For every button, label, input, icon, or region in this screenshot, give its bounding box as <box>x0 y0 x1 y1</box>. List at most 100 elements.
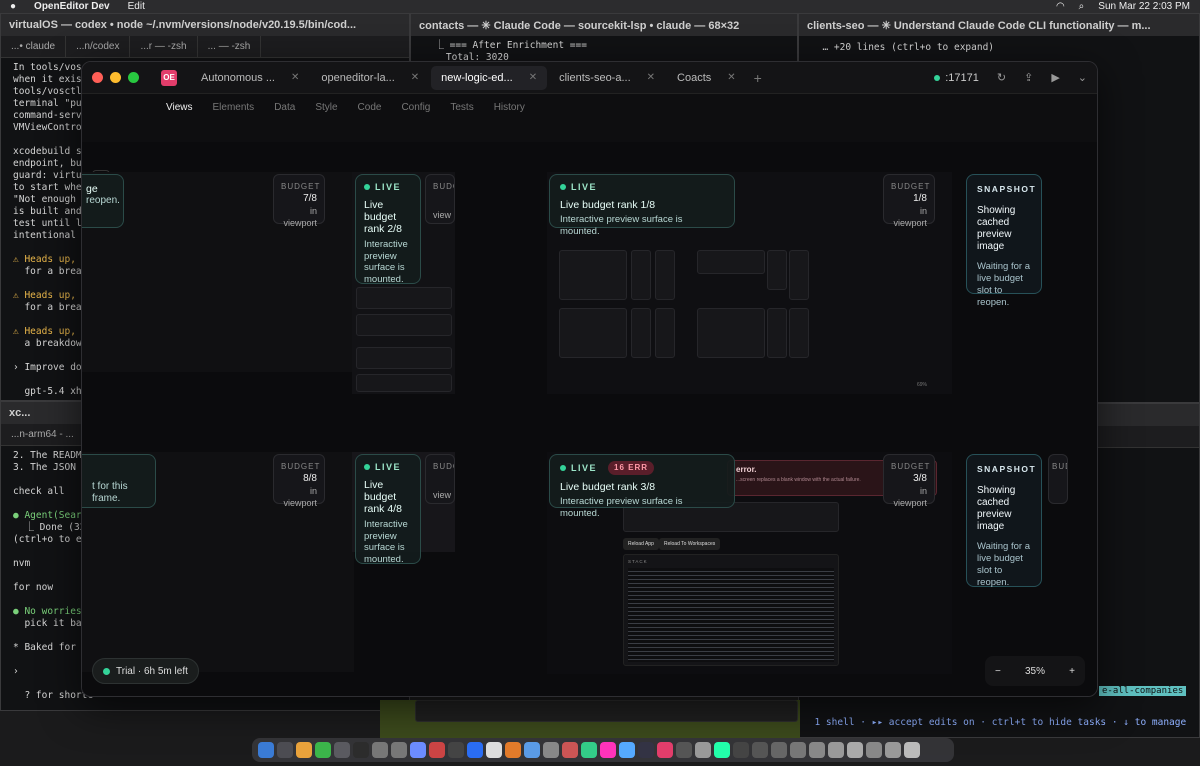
app-icon[interactable] <box>638 742 654 758</box>
snapshot-title: Showing cached preview image <box>977 205 1016 252</box>
terminal-tab[interactable]: ... — -zsh <box>198 36 262 57</box>
subnav-item-history[interactable]: History <box>494 102 525 113</box>
app-icon[interactable] <box>429 742 445 758</box>
project-tab[interactable]: openeditor-la... ✕ <box>311 66 429 90</box>
share-icon[interactable]: ⇪ <box>1024 71 1033 84</box>
close-tab-icon[interactable]: ✕ <box>647 72 655 83</box>
new-tab-button[interactable]: + <box>754 70 762 86</box>
window-thumb-icon[interactable] <box>790 742 806 758</box>
chrome-icon[interactable] <box>296 742 312 758</box>
preview-thumb <box>631 308 651 358</box>
budget-viewport: in viewport <box>893 486 927 508</box>
openeditor-window[interactable]: OE Autonomous ... ✕ openeditor-la... ✕ new-l… <box>81 61 1098 697</box>
app-icon[interactable] <box>619 742 635 758</box>
app-tab-bar: OE Autonomous ... ✕ openeditor-la... ✕ new-l… <box>82 62 1097 94</box>
zoom-level: 35% <box>1024 665 1045 677</box>
window-thumb-icon[interactable] <box>733 742 749 758</box>
frames-canvas[interactable]: ▯ ge reopen. BUDGET 7/8 in viewport LIVE… <box>82 142 1097 696</box>
reload-app-button[interactable]: Reload App <box>623 538 659 550</box>
zoom-in-button[interactable]: + <box>1069 666 1075 677</box>
app-icon[interactable] <box>524 742 540 758</box>
minimize-window-button[interactable] <box>110 72 121 83</box>
terminal-tab[interactable]: ...r — -zsh <box>130 36 198 57</box>
settings-icon[interactable] <box>448 742 464 758</box>
help-icon[interactable] <box>372 742 388 758</box>
window-thumb-icon[interactable] <box>828 742 844 758</box>
app-icon[interactable] <box>695 742 711 758</box>
live-status-card: LIVE 16 ERR Live budget rank 3/8 Interact… <box>549 454 735 519</box>
close-tab-icon[interactable]: ✕ <box>727 72 735 83</box>
xcode-icon[interactable] <box>410 742 426 758</box>
window-thumb-icon[interactable] <box>866 742 882 758</box>
app-logo: OE <box>161 69 177 86</box>
trash-icon[interactable] <box>904 742 920 758</box>
close-tab-icon[interactable]: ✕ <box>529 72 537 83</box>
preview-thumb <box>697 308 765 358</box>
help-icon[interactable] <box>391 742 407 758</box>
window-thumb-icon[interactable] <box>885 742 901 758</box>
window-thumb-icon[interactable] <box>752 742 768 758</box>
subnav-item-tests[interactable]: Tests <box>450 102 473 113</box>
slack-icon[interactable] <box>581 742 597 758</box>
zoom-window-button[interactable] <box>128 72 139 83</box>
chevron-down-icon[interactable]: ⌄ <box>1078 71 1087 84</box>
project-tab[interactable]: Coacts ✕ <box>667 66 746 90</box>
error-count-badge[interactable]: 16 ERR <box>608 461 655 475</box>
window-thumb-icon[interactable] <box>771 742 787 758</box>
wifi-icon[interactable]: ◠ <box>1056 1 1065 12</box>
clock[interactable]: Sun Mar 22 2:03 PM <box>1098 1 1190 12</box>
live-label: LIVE <box>375 462 402 472</box>
window-thumb-icon[interactable] <box>809 742 825 758</box>
subnav-item-elements[interactable]: Elements <box>213 102 255 113</box>
app-icon[interactable] <box>505 742 521 758</box>
app-icon[interactable] <box>353 742 369 758</box>
snapshot-card: SNAPSHOT Showing cached preview image Wa… <box>966 454 1042 588</box>
subnav-item-config[interactable]: Config <box>401 102 430 113</box>
project-tab[interactable]: Autonomous ... ✕ <box>191 66 309 90</box>
terminal-tab[interactable]: ...• claude <box>1 36 67 57</box>
terminal-tab[interactable]: ...n-arm64 - ... <box>1 424 85 445</box>
preview-thumb <box>559 250 627 300</box>
preview-thumb <box>559 308 627 358</box>
subnav-item-data[interactable]: Data <box>274 102 295 113</box>
live-label: LIVE <box>571 182 598 192</box>
launchpad-icon[interactable] <box>277 742 293 758</box>
subnav-item-views[interactable]: Views <box>166 102 193 113</box>
app-icon[interactable] <box>543 742 559 758</box>
close-window-button[interactable] <box>92 72 103 83</box>
project-tab[interactable]: clients-seo-a... ✕ <box>549 66 665 90</box>
budget-badge: BUDG view <box>425 174 455 224</box>
edit-menu[interactable]: Edit <box>128 1 145 12</box>
refresh-icon[interactable]: ↻ <box>997 71 1006 84</box>
play-icon[interactable]: ▶ <box>1051 71 1059 84</box>
finder-icon[interactable] <box>258 742 274 758</box>
app-icon[interactable] <box>714 742 730 758</box>
dev-server-port[interactable]: :17171 <box>934 72 979 84</box>
openeditor-icon[interactable] <box>657 742 673 758</box>
trial-dot <box>103 667 110 675</box>
live-body: Interactive preview surface is mounted. <box>560 214 683 237</box>
trial-badge[interactable]: Trial · 6h 5m left <box>92 658 199 684</box>
app-icon[interactable] <box>600 742 616 758</box>
close-tab-icon[interactable]: ✕ <box>411 72 419 83</box>
chatgpt-icon[interactable] <box>486 742 502 758</box>
view-subnav: Views Elements Data Style Code Config Tests His… <box>82 94 1097 120</box>
preview-list-item <box>356 287 452 309</box>
figma-icon[interactable] <box>562 742 578 758</box>
app-icon[interactable] <box>676 742 692 758</box>
search-icon[interactable]: ⌕ <box>1079 1 1085 12</box>
close-tab-icon[interactable]: ✕ <box>291 72 299 83</box>
budget-value: 1/8 <box>913 193 927 204</box>
vscode-icon[interactable] <box>467 742 483 758</box>
zoom-out-button[interactable]: − <box>995 666 1001 677</box>
chrome-dev-icon[interactable] <box>315 742 331 758</box>
subnav-item-code[interactable]: Code <box>358 102 382 113</box>
apple-icon[interactable]: ● <box>10 1 16 12</box>
project-tab[interactable]: new-logic-ed... ✕ <box>431 65 548 90</box>
terminal-tab[interactable]: ...n/codex <box>66 36 131 57</box>
reload-workspaces-button[interactable]: Reload To Workspaces <box>659 538 721 550</box>
window-thumb-icon[interactable] <box>847 742 863 758</box>
app-menu-name[interactable]: OpenEditor Dev <box>34 1 110 12</box>
messages-icon[interactable] <box>334 742 350 758</box>
subnav-item-style[interactable]: Style <box>315 102 337 113</box>
